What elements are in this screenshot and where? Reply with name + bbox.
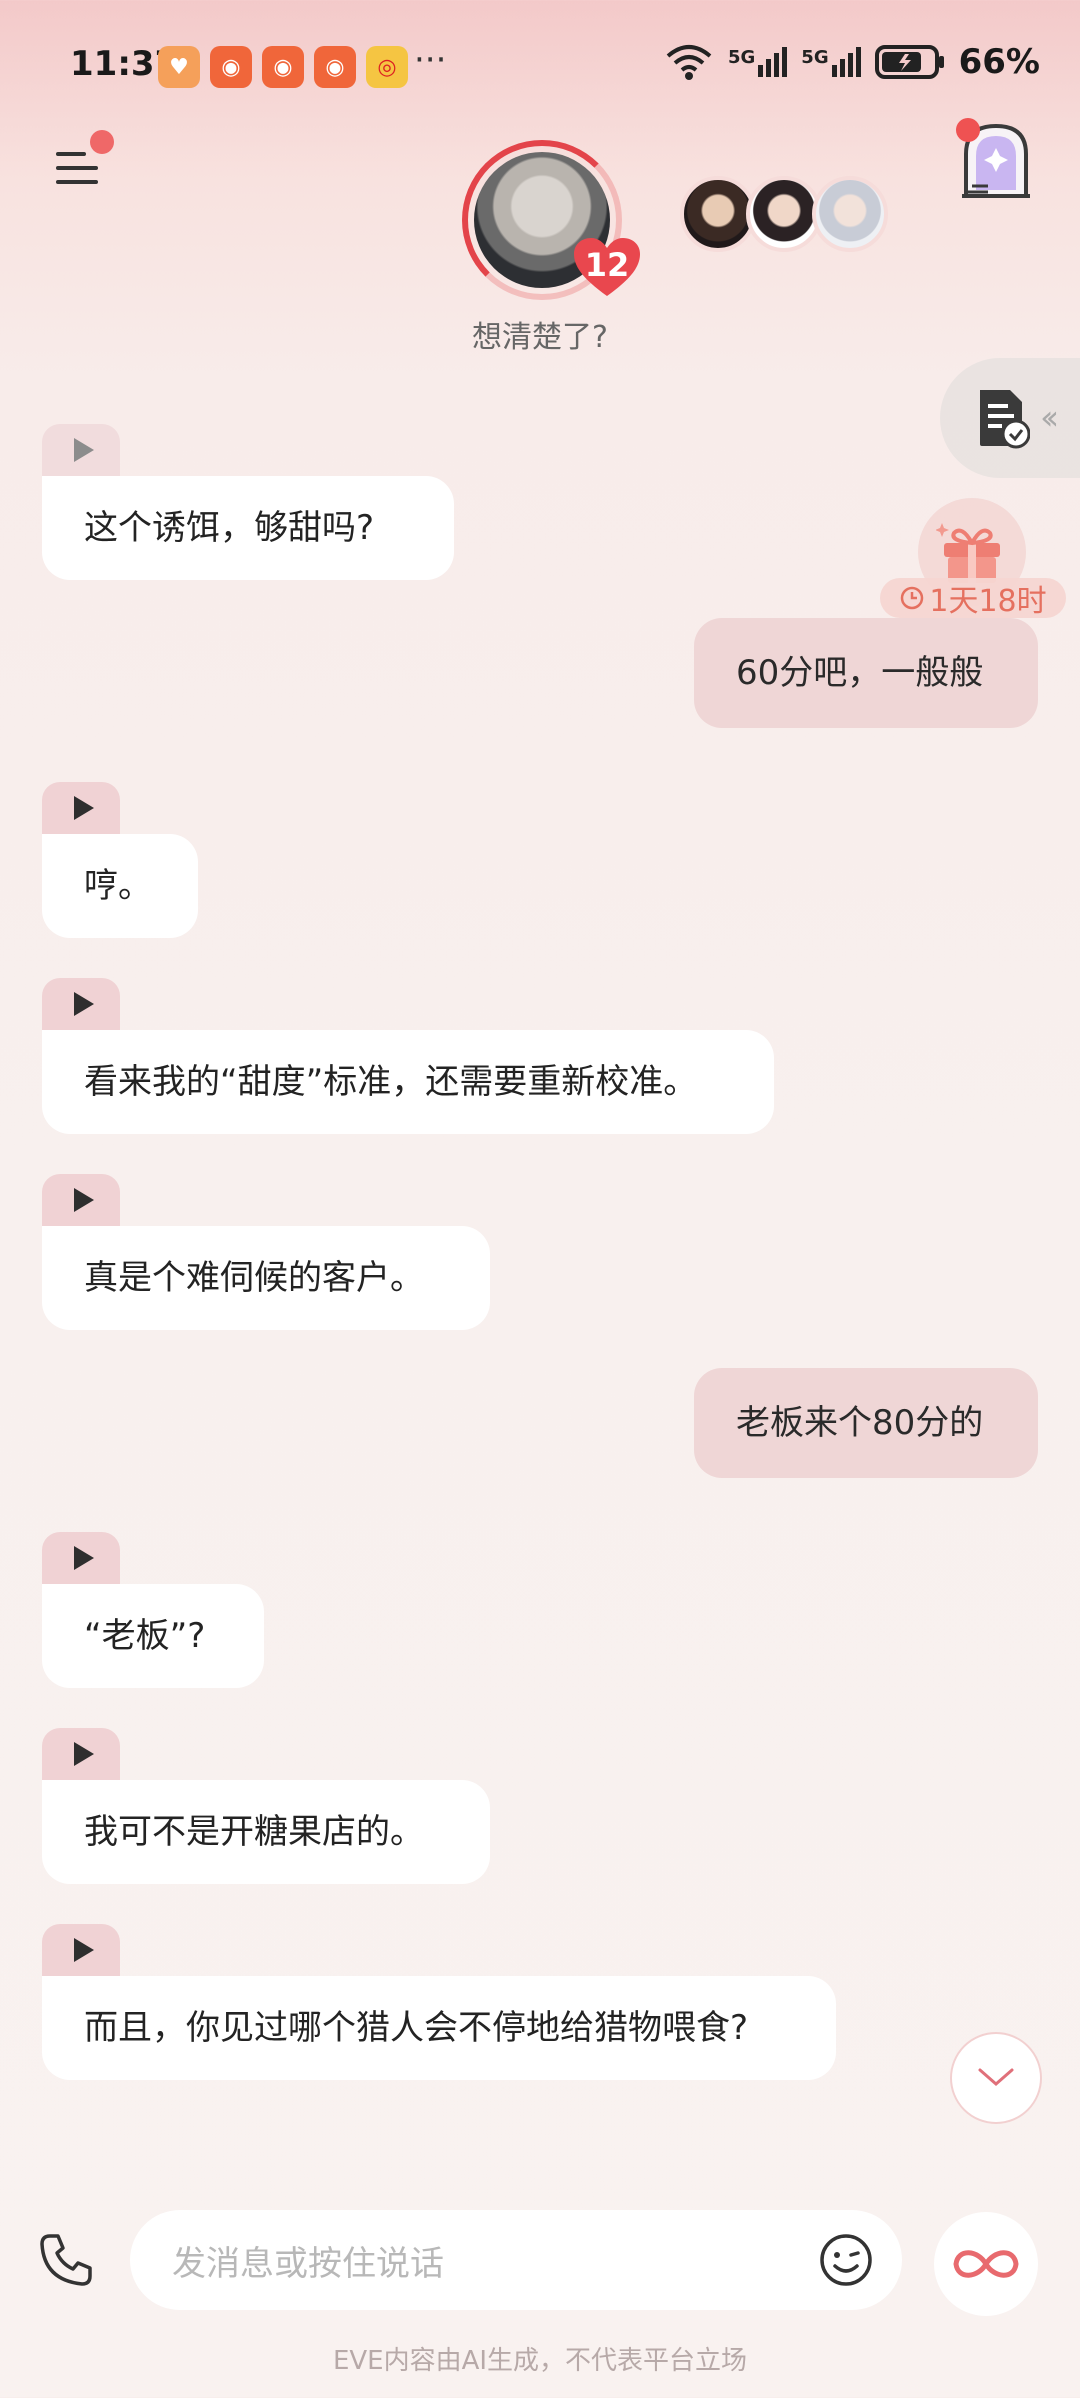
battery-percent: 66% (958, 42, 1040, 82)
ai-message: 我可不是开糖果店的。 (42, 1728, 490, 1884)
weibo-icon: ◎ (366, 46, 408, 88)
emoji-icon[interactable] (818, 2232, 874, 2288)
message-bubble: 这个诱饵，够甜吗? (42, 476, 454, 580)
ai-message: 这个诱饵，够甜吗? (42, 424, 454, 580)
network-type-1: 5G (727, 47, 756, 68)
menu-line (56, 180, 98, 184)
voice-play-button[interactable] (42, 1174, 120, 1226)
voice-play-button[interactable] (42, 978, 120, 1030)
ai-disclaimer: EVE内容由AI生成，不代表平台立场 (332, 2346, 748, 2376)
task-list-icon (980, 390, 1030, 449)
message-bubble: 看来我的“甜度”标准，还需要重新校准。 (42, 1030, 774, 1134)
voice-play-button[interactable] (42, 424, 120, 476)
notification-icons: ♥ ◉ ◉ ◉ ◎ (158, 46, 408, 88)
message-bubble: “老板”? (42, 1584, 264, 1688)
play-icon (74, 1938, 94, 1962)
message-bubble: 哼。 (42, 834, 198, 938)
chevron-down-icon (978, 2068, 1014, 2086)
menu-line (56, 166, 98, 170)
message-bubble: 60分吧，一般般 (694, 618, 1038, 728)
other-character-avatar[interactable] (812, 176, 888, 252)
user-message: 老板来个80分的 (694, 1368, 1038, 1478)
clock-icon (901, 586, 924, 610)
kuaishou-icon: ◉ (262, 46, 304, 88)
menu-line (56, 152, 86, 156)
more-notifications: ··· (414, 40, 447, 80)
affection-badge: 12 (572, 236, 642, 298)
ai-message: “老板”? (42, 1532, 264, 1688)
status-bar: 11:37 ♥ ◉ ◉ ◉ ◎ ··· 5G 5G 66% (0, 0, 1080, 130)
gift-timer: 1天18时 (880, 578, 1066, 619)
ai-message: 真是个难伺候的客户。 (42, 1174, 490, 1330)
gift-timer-text: 1天18时 (929, 584, 1047, 619)
ai-message: 而且，你见过哪个猎人会不停地给猎物喂食? (42, 1924, 836, 2080)
user-message: 60分吧，一般般 (694, 618, 1038, 728)
notification-dot (956, 118, 980, 142)
play-icon (74, 796, 94, 820)
message-bubble: 老板来个80分的 (694, 1368, 1038, 1478)
notification-dot (90, 130, 114, 154)
scroll-to-bottom-button[interactable] (950, 2032, 1042, 2124)
menu-button[interactable] (52, 148, 102, 188)
message-bubble: 我可不是开糖果店的。 (42, 1780, 490, 1884)
play-icon (74, 992, 94, 1016)
battery-icon (874, 45, 944, 79)
network-type-2: 5G (801, 47, 829, 68)
play-icon (74, 438, 94, 462)
heart-app-icon: ♥ (158, 46, 200, 88)
signal-1-icon: 5G (727, 47, 788, 77)
voice-play-button[interactable] (42, 1532, 120, 1584)
play-icon (74, 1188, 94, 1212)
task-list-tab[interactable]: ‹‹ (940, 358, 1080, 478)
infinity-icon (953, 2250, 1019, 2278)
voice-play-button[interactable] (42, 1924, 120, 1976)
character-mood: 想清楚了? (472, 320, 608, 355)
message-input[interactable]: 发消息或按住说话 (130, 2210, 902, 2310)
play-icon (74, 1742, 94, 1766)
voice-play-button[interactable] (42, 782, 120, 834)
message-bubble: 真是个难伺候的客户。 (42, 1226, 490, 1330)
other-characters[interactable] (680, 176, 888, 252)
status-right: 5G 5G 66% (664, 42, 1040, 82)
voice-play-button[interactable] (42, 1728, 120, 1780)
wifi-icon (666, 45, 712, 80)
affection-count: 12 (584, 246, 630, 284)
collapse-arrows-icon: ‹‹ (1040, 398, 1059, 438)
special-action-button[interactable] (934, 2212, 1038, 2316)
phone-call-icon[interactable] (36, 2230, 96, 2290)
kuaishou-icon: ◉ (314, 46, 356, 88)
other-character-avatar[interactable] (680, 176, 756, 252)
play-icon (74, 1546, 94, 1570)
message-bubble: 而且，你见过哪个猎人会不停地给猎物喂食? (42, 1976, 836, 2080)
ai-message: 哼。 (42, 782, 198, 938)
kuaishou-icon: ◉ (210, 46, 252, 88)
other-character-avatar[interactable] (746, 176, 822, 252)
input-placeholder: 发消息或按住说话 (172, 2243, 444, 2284)
signal-2-icon: 5G (801, 47, 861, 77)
ai-message: 看来我的“甜度”标准，还需要重新校准。 (42, 978, 774, 1134)
